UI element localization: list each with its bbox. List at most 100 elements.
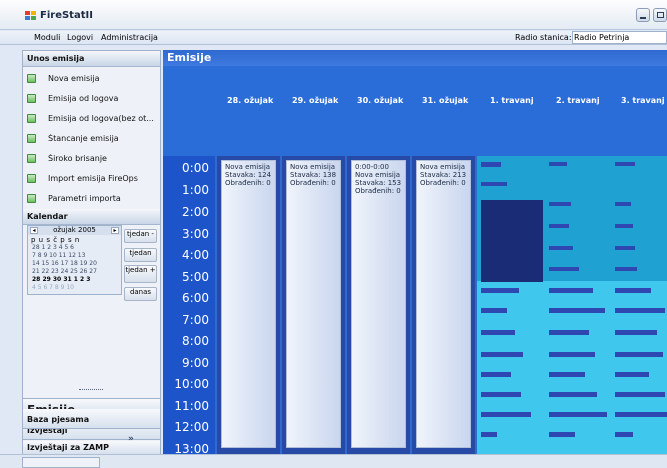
- calendar-day-names: p u s č p s n: [31, 236, 80, 244]
- hour-label: 11:00: [174, 399, 209, 413]
- schedule-slot[interactable]: [481, 308, 507, 313]
- minimize-button[interactable]: [636, 8, 650, 22]
- sidebar-item-siroko-brisanje[interactable]: Široko brisanje: [27, 153, 159, 167]
- schedule-slot[interactable]: [481, 162, 501, 167]
- schedule-slot[interactable]: [481, 182, 507, 186]
- entry-section-header[interactable]: Unos emisija: [23, 51, 160, 67]
- schedule-slot[interactable]: [615, 202, 631, 206]
- hour-label: 1:00: [182, 183, 209, 197]
- schedule-slot[interactable]: [549, 202, 571, 206]
- window-title: FireStatII: [40, 10, 93, 21]
- green-page-icon: [27, 74, 36, 83]
- schedule-slot[interactable]: [481, 432, 497, 437]
- today-button[interactable]: danas: [124, 287, 157, 301]
- schedule-slot[interactable]: [615, 330, 657, 335]
- next-week-button[interactable]: tjedan +: [124, 265, 157, 283]
- schedule-slot[interactable]: [615, 308, 665, 313]
- calendar-week-selected[interactable]: 28 29 30 31 1 2 3: [32, 276, 120, 283]
- calendar-week[interactable]: 14 15 16 17 18 19 20: [32, 260, 120, 267]
- schedule-slot[interactable]: [549, 352, 595, 357]
- day-header[interactable]: 3. travanj: [621, 96, 665, 105]
- emission-card[interactable]: Nova emisija Stavaka: 124 Obrađenih: 0: [221, 160, 276, 448]
- sidebar-item-emisija-od-logova-bez[interactable]: Emisija od logova(bez ot...: [27, 113, 159, 127]
- station-label: Radio stanica:: [515, 33, 572, 42]
- schedule-slot[interactable]: [481, 412, 531, 417]
- schedule-slot[interactable]: [549, 267, 579, 271]
- schedule-slot[interactable]: [615, 412, 667, 417]
- schedule-slot[interactable]: [481, 392, 521, 397]
- schedule-slot[interactable]: [615, 372, 649, 377]
- emission-card[interactable]: Nova emisija Stavaka: 213 Obrađenih: 0: [416, 160, 471, 448]
- chevron-down-icon[interactable]: »: [128, 434, 134, 444]
- calendar-section-header[interactable]: Kalendar: [23, 209, 160, 225]
- sidebar-item-nova-emisija[interactable]: Nova emisija: [27, 73, 159, 87]
- emission-card[interactable]: 0:00-0:00 Nova emisija Stavaka: 153 Obra…: [351, 160, 406, 448]
- menu-administracija[interactable]: Administracija: [101, 33, 158, 42]
- prev-week-button[interactable]: tjedan -: [124, 229, 157, 243]
- sidebar-item-parametri[interactable]: Parametri importa: [27, 193, 159, 207]
- calendar-week[interactable]: 28 1 2 3 4 5 6: [32, 244, 120, 251]
- app-logo-icon: [25, 11, 37, 21]
- week-button[interactable]: tjedan: [124, 248, 157, 262]
- menu-logovi[interactable]: Logovi: [67, 33, 93, 42]
- schedule-slot[interactable]: [615, 288, 651, 293]
- schedule-slot[interactable]: [549, 330, 589, 335]
- calendar-week[interactable]: 21 22 23 24 25 26 27: [32, 268, 120, 275]
- day-header[interactable]: 29. ožujak: [292, 96, 338, 105]
- hour-label: 8:00: [182, 334, 209, 348]
- schedule-slot[interactable]: [549, 246, 573, 250]
- schedule-area-lower[interactable]: [477, 281, 667, 454]
- month-calendar[interactable]: ožujak 2005 ◂ ▸ p u s č p s n 28 1 2 3 4…: [27, 225, 122, 295]
- hour-label: 12:00: [174, 420, 209, 434]
- station-value: Radio Petrinja: [574, 33, 630, 42]
- emission-card[interactable]: Nova emisija Stavaka: 138 Obrađenih: 0: [286, 160, 341, 448]
- schedule-block[interactable]: [481, 200, 543, 282]
- schedule-slot[interactable]: [615, 162, 635, 166]
- hour-label: 7:00: [182, 313, 209, 327]
- status-bar: [0, 454, 667, 468]
- schedule-slot[interactable]: [549, 308, 605, 313]
- time-column: 0:00 1:00 2:00 3:00 4:00 5:00 6:00 7:00 …: [163, 156, 215, 456]
- maximize-button[interactable]: [653, 8, 667, 22]
- schedule-slot[interactable]: [549, 162, 567, 166]
- schedule-slot[interactable]: [549, 372, 585, 377]
- sidebar: Unos emisija Nova emisija Emisija od log…: [22, 50, 161, 455]
- sidebar-item-stancanje[interactable]: Štancanje emisija: [27, 133, 159, 147]
- day-header[interactable]: 31. ožujak: [422, 96, 468, 105]
- calendar-week[interactable]: 4 5 6 7 8 9 10: [32, 284, 120, 291]
- schedule-slot[interactable]: [481, 352, 523, 357]
- schedule-slot[interactable]: [615, 352, 663, 357]
- schedule-slot[interactable]: [615, 224, 633, 228]
- day-header[interactable]: 30. ožujak: [357, 96, 403, 105]
- calendar-week[interactable]: 7 8 9 10 11 12 13: [32, 252, 120, 259]
- schedule-slot[interactable]: [615, 432, 633, 437]
- schedule-slot[interactable]: [615, 392, 665, 397]
- nav-izvjestaji-zamp[interactable]: Izvještaji za ZAMP: [23, 441, 160, 455]
- splitter-grip[interactable]: [79, 389, 103, 392]
- day-header[interactable]: 2. travanj: [556, 96, 600, 105]
- schedule-slot[interactable]: [549, 432, 575, 437]
- calendar-next-icon[interactable]: ▸: [111, 227, 119, 234]
- calendar-month: ožujak 2005: [28, 226, 121, 235]
- schedule-slot[interactable]: [481, 372, 511, 377]
- schedule-slot[interactable]: [549, 224, 569, 228]
- day-header[interactable]: 1. travanj: [490, 96, 534, 105]
- schedule-slot[interactable]: [615, 267, 637, 271]
- schedule-slot[interactable]: [549, 392, 597, 397]
- day-header[interactable]: 28. ožujak: [227, 96, 273, 105]
- schedule-panel: Emisije 28. ožujak 29. ožujak 30. ožujak…: [163, 50, 667, 456]
- schedule-slot[interactable]: [549, 288, 593, 293]
- hour-label: 2:00: [182, 205, 209, 219]
- menu-moduli[interactable]: Moduli: [34, 33, 60, 42]
- calendar-prev-icon[interactable]: ◂: [30, 227, 38, 234]
- sidebar-item-import[interactable]: Import emisija FireOps: [27, 173, 159, 187]
- green-page-icon: [27, 174, 36, 183]
- nav-baza-pjesama[interactable]: Baza pjesama: [23, 409, 160, 429]
- schedule-slot[interactable]: [549, 412, 607, 417]
- sidebar-item-emisija-od-logova[interactable]: Emisija od logova: [27, 93, 159, 107]
- schedule-slot[interactable]: [481, 288, 519, 293]
- hour-label: 6:00: [182, 291, 209, 305]
- schedule-slot[interactable]: [615, 246, 635, 250]
- schedule-slot[interactable]: [481, 330, 515, 335]
- hour-label: 5:00: [182, 270, 209, 284]
